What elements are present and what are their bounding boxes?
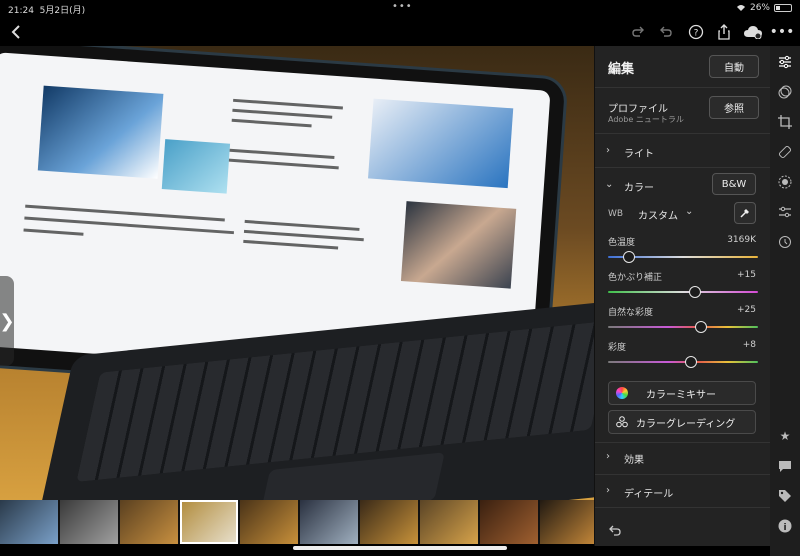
filmstrip-thumbnail[interactable] [60,500,118,544]
star-icon[interactable]: ★ [777,428,793,444]
multitasking-dots-icon[interactable]: ••• [392,1,413,12]
bw-button[interactable]: B&W [712,173,756,195]
wb-label: WB [608,209,624,219]
profile-value[interactable]: Adobe ニュートラル [608,114,684,125]
chevron-right-icon: › [606,145,610,156]
svg-text:i: i [783,523,786,533]
history-icon[interactable] [777,234,793,250]
filmstrip-thumbnail[interactable] [120,500,178,544]
top-toolbar: ? ••• [0,16,800,46]
battery-percent: 26% [749,3,770,13]
undo-icon[interactable] [656,22,676,42]
battery-icon [774,4,792,12]
wifi-icon [736,5,745,11]
back-chevron-icon[interactable] [6,22,26,42]
eyedropper-icon[interactable] [734,202,756,224]
filmstrip-thumbnail[interactable] [480,500,538,544]
left-panel-toggle-icon[interactable]: ❯ [0,276,15,366]
panel-title: 編集 [608,62,635,77]
slider-track[interactable] [608,326,758,328]
more-icon[interactable]: ••• [770,22,795,42]
healing-icon[interactable] [777,144,793,160]
cloud-sync-icon[interactable] [742,22,764,42]
masking-icon[interactable] [777,174,793,190]
slider-value[interactable]: +15 [737,270,756,280]
status-bar: 21:24 5月2日(月) ••• 26% [0,0,800,16]
share-icon[interactable] [714,22,734,42]
profile-label: プロファイル [608,104,668,115]
filmstrip-thumbnail[interactable] [240,500,298,544]
slider-label: 色温度 [608,238,636,248]
filmstrip [0,500,594,544]
color-wheel-icon [616,387,628,399]
edit-sliders-icon[interactable] [777,54,793,70]
slider-label: 彩度 [608,343,627,353]
auto-button[interactable]: 自動 [709,55,759,78]
filmstrip-thumbnail[interactable] [0,500,58,544]
chevron-right-icon: › [606,485,610,496]
slider-track[interactable] [608,361,758,363]
slider-value[interactable]: +8 [743,340,756,350]
chevron-down-icon: ⌄ [605,179,614,190]
filmstrip-thumbnail[interactable] [180,500,238,544]
slider-track[interactable] [608,291,758,293]
chevron-right-icon: › [606,451,610,462]
info-icon[interactable]: i [777,518,793,534]
slider-value[interactable]: 3169K [727,235,756,245]
color-grading-button[interactable]: カラーグレーディング [608,410,756,434]
edit-panel: 編集 自動 プロファイル Adobe ニュートラル 参照 › ライト ⌄ カラー… [594,46,771,546]
slider-knob[interactable] [695,321,707,333]
profile-browse-button[interactable]: 参照 [709,96,759,119]
home-indicator [293,546,507,550]
status-time: 21:24 5月2日(月) [8,6,86,16]
help-icon[interactable]: ? [686,22,706,42]
tool-rail: ★ i [770,46,800,556]
slider-value[interactable]: +25 [737,305,756,315]
tag-icon[interactable] [777,488,793,504]
color-mixer-button[interactable]: カラーミキサー [608,381,756,405]
crop-icon[interactable] [777,114,793,130]
filmstrip-thumbnail[interactable] [300,500,358,544]
filmstrip-thumbnail[interactable] [540,500,594,544]
redo-icon[interactable] [628,22,648,42]
slider-knob[interactable] [684,356,697,368]
reset-icon[interactable] [608,522,622,541]
slider-label: 色かぶり補正 [608,273,663,283]
presets-icon[interactable] [777,84,793,100]
slider-knob[interactable] [689,286,701,298]
filmstrip-thumbnail[interactable] [420,500,478,544]
filmstrip-thumbnail[interactable] [360,500,418,544]
slider-knob[interactable] [623,251,635,263]
versions-icon[interactable] [777,204,793,220]
status-right: 26% [736,3,792,13]
chevron-down-icon: ⌄ [685,206,694,217]
photo-canvas[interactable]: ❯ [0,46,594,500]
comment-icon[interactable] [777,458,793,474]
color-grading-icon [616,416,628,428]
slider-label: 自然な彩度 [608,308,654,318]
svg-text:?: ? [694,29,699,39]
